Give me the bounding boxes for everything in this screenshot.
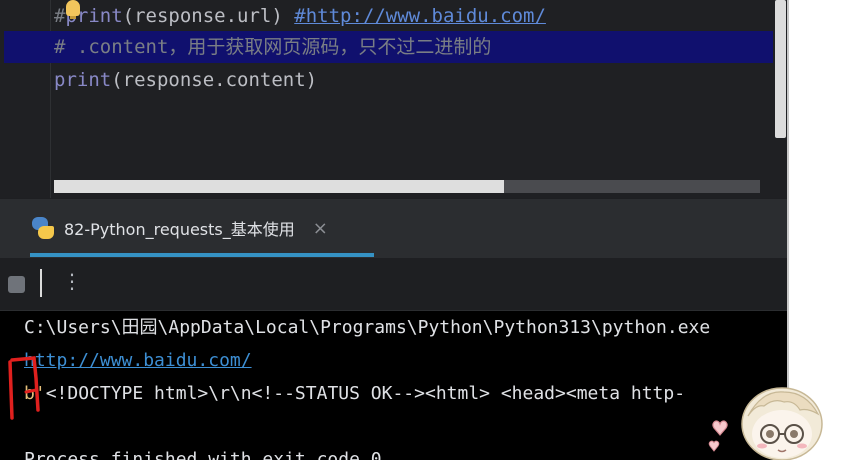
print-keyword: print: [54, 69, 112, 91]
stop-icon[interactable]: [8, 276, 25, 293]
anime-character-sticker: [708, 387, 823, 460]
code-line-2[interactable]: # .content，用于获取网页源码，只不过二进制的: [4, 31, 773, 63]
code-area[interactable]: # print (response.url) #http://www.baidu.c…: [4, 0, 789, 198]
horizontal-scrollbar-thumb[interactable]: [54, 180, 504, 193]
run-tab-bar: 82-Python_requests_基本使用 ×: [0, 198, 789, 259]
comment-hash: #: [54, 5, 66, 27]
lightbulb-icon[interactable]: [66, 0, 80, 19]
code-line-1[interactable]: #print(response.url) #http://www.baidu.c…: [52, 0, 771, 32]
console-line-interpreter: C:\Users\田园\AppData\Local\Programs\Pytho…: [24, 317, 711, 338]
code-line-3[interactable]: print(response.content): [52, 64, 771, 96]
toolbar-divider: [40, 269, 42, 297]
more-options-icon[interactable]: ⋮: [62, 269, 82, 293]
console-line-exit: Process finished with exit code 0: [24, 449, 382, 460]
run-toolbar: ⋮: [0, 258, 789, 311]
comment-text: # .content，用于获取网页源码，只不过二进制的: [54, 36, 492, 58]
run-tab[interactable]: 82-Python_requests_基本使用 ×: [32, 199, 328, 257]
red-annotation-mark: [8, 356, 40, 420]
comment-url-link[interactable]: #http://www.baidu.com/: [294, 5, 546, 27]
active-tab-indicator: [30, 253, 374, 257]
code-editor[interactable]: # print (response.url) #http://www.baidu.c…: [0, 0, 789, 198]
code-args: (response.url): [122, 5, 295, 27]
editor-gutter: [0, 0, 51, 198]
python-icon: [32, 217, 54, 239]
content-text: <!DOCTYPE html>\r\n<!--STATUS OK--><html…: [45, 383, 686, 404]
close-icon[interactable]: ×: [313, 218, 328, 239]
console-line-url: http://www.baidu.com/: [24, 346, 252, 376]
vertical-scrollbar[interactable]: [775, 0, 786, 138]
console-line-content: b'<!DOCTYPE html>\r\n<!--STATUS OK--><ht…: [24, 379, 685, 409]
console-output[interactable]: C:\Users\田园\AppData\Local\Programs\Pytho…: [0, 311, 789, 460]
run-tab-label: 82-Python_requests_基本使用: [64, 220, 295, 239]
console-url-link[interactable]: http://www.baidu.com/: [24, 350, 252, 371]
code-args: (response.content): [111, 69, 318, 91]
